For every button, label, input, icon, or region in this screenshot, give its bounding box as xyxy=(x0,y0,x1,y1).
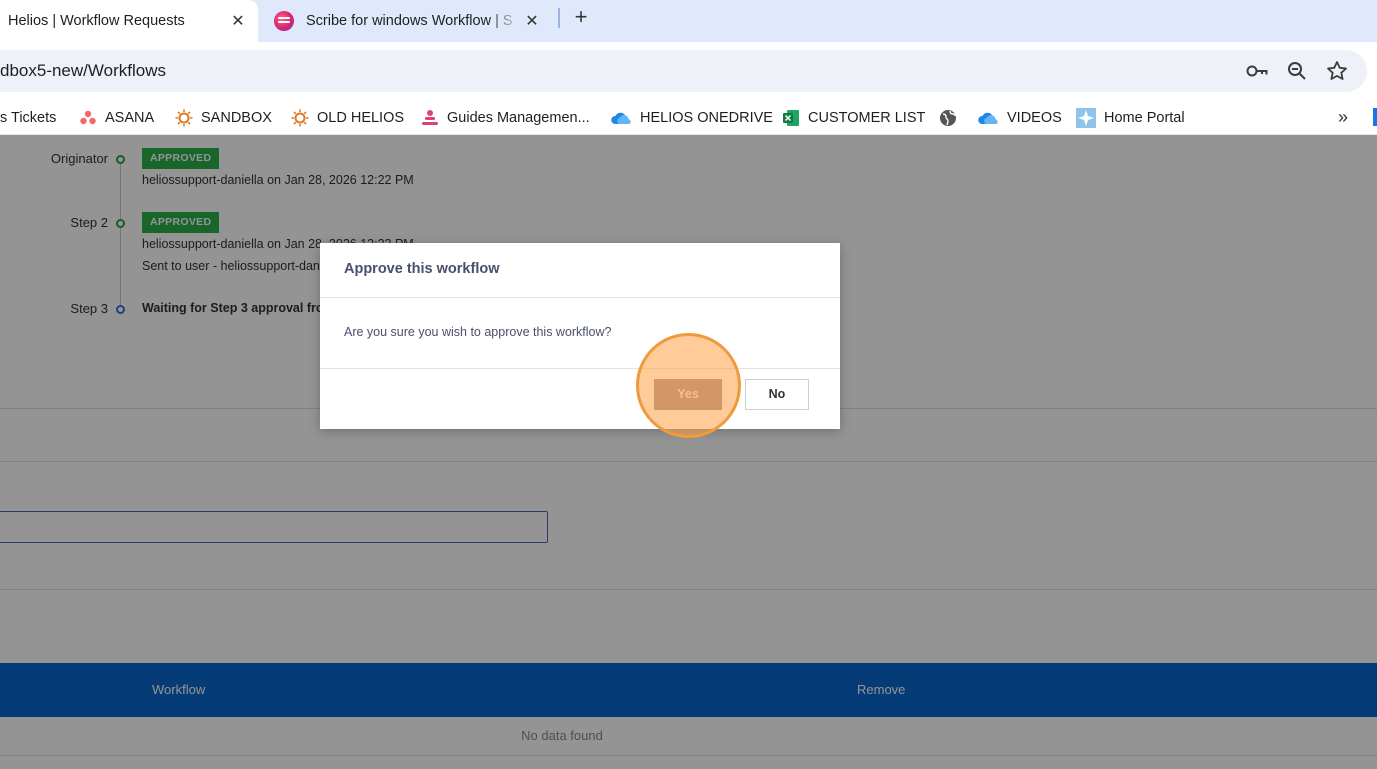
bookmark-label: s Tickets xyxy=(0,110,57,126)
dialog-message: Are you sure you wish to approve this wo… xyxy=(344,325,612,339)
bookmark-asana[interactable]: ASANA xyxy=(79,107,154,129)
browser-toolbar: dbox5-new/Workflows xyxy=(0,42,1377,100)
new-tab-plus-icon[interactable]: + xyxy=(570,6,592,30)
asana-icon xyxy=(79,109,97,127)
zoom-icon[interactable] xyxy=(1285,59,1309,83)
bookmark-customer-list[interactable]: CUSTOMER LIST xyxy=(782,107,925,129)
bookmark-label: HELIOS ONEDRIVE xyxy=(640,110,773,126)
approve-workflow-dialog: Approve this workflow Are you sure you w… xyxy=(320,243,840,429)
bookmark-guides-management[interactable]: Guides Managemen... xyxy=(421,107,590,129)
key-icon[interactable] xyxy=(1245,59,1269,83)
dialog-divider xyxy=(320,368,840,369)
tab-title: Helios | Workflow Requests xyxy=(8,13,185,29)
tab-title: Scribe for windows Workflow | S xyxy=(306,13,513,29)
bookmark-videos[interactable]: VIDEOS xyxy=(977,107,1062,129)
sun-icon xyxy=(175,109,193,127)
bookmark-old-helios[interactable]: OLD HELIOS xyxy=(291,107,404,129)
bookmark-label: OLD HELIOS xyxy=(317,110,405,126)
scribe-favicon-icon xyxy=(274,11,294,31)
modal-backdrop[interactable] xyxy=(0,135,1377,769)
address-bar[interactable]: dbox5-new/Workflows xyxy=(0,50,1367,92)
guides-icon xyxy=(421,109,439,127)
bookmark-label: CUSTOMER LIST xyxy=(808,110,926,126)
yes-button[interactable]: Yes xyxy=(654,379,722,410)
star-icon[interactable] xyxy=(1325,59,1349,83)
bookmark-label: VIDEOS xyxy=(1007,110,1062,126)
dialog-title: Approve this workflow xyxy=(344,261,500,277)
sun-icon xyxy=(291,109,309,127)
bookmark-label: Home Portal xyxy=(1104,110,1185,126)
bookmark-label: ASANA xyxy=(105,110,155,126)
close-icon[interactable]: ✕ xyxy=(520,11,544,31)
cloud-icon xyxy=(610,109,632,127)
bookmark-helios-onedrive[interactable]: HELIOS ONEDRIVE xyxy=(610,107,773,129)
bookmark-home-portal[interactable]: Home Portal xyxy=(1076,107,1185,129)
bookmark-edge-indicator xyxy=(1373,108,1377,126)
bookmark-sandbox[interactable]: SANDBOX xyxy=(175,107,272,129)
tab-divider xyxy=(558,8,560,28)
dialog-divider xyxy=(320,297,840,298)
browser-tabstrip: Helios | Workflow Requests ✕ Scribe for … xyxy=(0,0,1377,42)
bookmark-globe[interactable] xyxy=(939,107,965,129)
globe-icon xyxy=(939,109,957,127)
no-button[interactable]: No xyxy=(745,379,809,410)
cloud-icon xyxy=(977,109,999,127)
more-bookmarks-icon[interactable]: » xyxy=(1338,107,1348,128)
url-text[interactable]: dbox5-new/Workflows xyxy=(0,61,166,81)
portal-icon xyxy=(1076,108,1096,128)
bookmarks-bar: s Tickets ASANA SANDBOX OLD HELIOS Guide… xyxy=(0,100,1377,135)
close-icon[interactable]: ✕ xyxy=(226,11,250,31)
bookmark-label: SANDBOX xyxy=(201,110,272,126)
excel-icon xyxy=(782,109,800,127)
tab-scribe[interactable]: Scribe for windows Workflow | S ✕ xyxy=(272,0,552,42)
tab-workflow-requests[interactable]: Helios | Workflow Requests ✕ xyxy=(0,0,258,42)
bookmark-label: Guides Managemen... xyxy=(447,110,590,126)
bookmark-tickets[interactable]: s Tickets xyxy=(0,107,56,129)
